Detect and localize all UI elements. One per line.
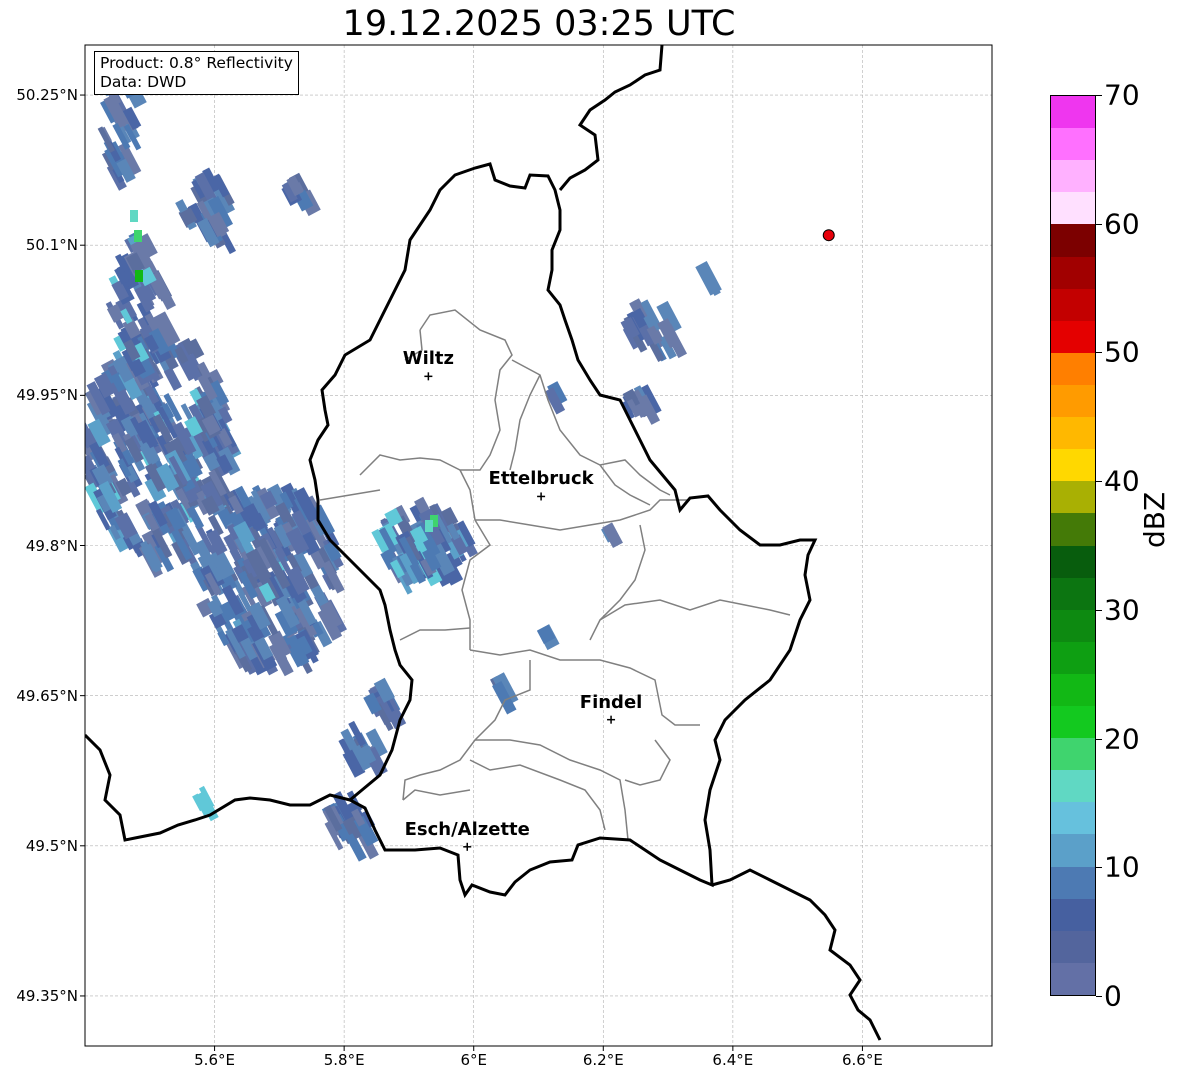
colorbar-segment [1051, 512, 1095, 546]
colorbar-tick-mark [1096, 352, 1102, 354]
colorbar-tick-mark [1096, 223, 1102, 225]
lon-tick-label: 6.6°E [842, 1051, 883, 1069]
city-label: Findel [579, 691, 643, 713]
lon-tick-label: 5.6°E [194, 1051, 235, 1069]
colorbar-segment [1051, 866, 1095, 899]
radar-echo-core [134, 230, 142, 242]
city-label: Wiltz [402, 348, 454, 370]
colorbar-segment [1051, 352, 1095, 385]
product-info-box: Product: 0.8° Reflectivity Data: DWD [94, 51, 299, 95]
colorbar-segment [1051, 320, 1095, 353]
lon-tick-label: 5.8°E [323, 1051, 365, 1069]
radar-echo-core [425, 520, 433, 532]
colorbar-segment [1051, 962, 1095, 995]
colorbar-segment [1051, 609, 1095, 642]
colorbar-segment [1051, 737, 1095, 771]
colorbar-tick-label: 0 [1104, 979, 1122, 1013]
colorbar-tick-label: 50 [1104, 335, 1140, 369]
colorbar-segment [1051, 159, 1095, 193]
colorbar-segment [1051, 801, 1095, 835]
radar-map [80, 44, 993, 1051]
radar-echo-core [130, 210, 138, 222]
colorbar-tick-mark [1096, 95, 1102, 96]
colorbar-tick-mark [1096, 996, 1102, 997]
colorbar-segment [1051, 288, 1095, 321]
colorbar-segment [1051, 898, 1095, 931]
lon-tick-label: 6.2°E [582, 1051, 624, 1069]
colorbar-segment [1051, 448, 1095, 482]
lon-tick-label: 6.4°E [712, 1051, 754, 1069]
product-label: Product: 0.8° Reflectivity [100, 54, 293, 72]
colorbar-segment [1051, 833, 1095, 867]
colorbar-tick-label: 10 [1104, 850, 1140, 884]
colorbar-tick-mark [1096, 738, 1102, 740]
lon-tick-label: 6°E [460, 1051, 487, 1069]
city-label: Ettelbruck [488, 468, 594, 490]
radar-site-marker [822, 229, 835, 242]
lat-tick-label: 49.35°N [16, 986, 78, 1005]
data-source-label: Data: DWD [100, 73, 187, 91]
colorbar-tick-mark [1096, 481, 1102, 483]
colorbar-tick-label: 60 [1104, 207, 1140, 241]
colorbar-tick-label: 30 [1104, 593, 1140, 627]
lat-tick-label: 49.5°N [25, 836, 78, 855]
colorbar-segment [1051, 577, 1095, 610]
colorbar-segment [1051, 769, 1095, 803]
city-label: Esch/Alzette [404, 818, 530, 840]
colorbar-segment [1051, 705, 1095, 739]
colorbar-tick-mark [1096, 867, 1102, 869]
colorbar-segment [1051, 545, 1095, 578]
radar-echo-core [135, 270, 143, 282]
colorbar-label: dBZ [1138, 491, 1171, 548]
colorbar-segment [1051, 256, 1095, 289]
colorbar-segment [1051, 95, 1095, 129]
colorbar [1050, 95, 1096, 996]
colorbar-segment [1051, 416, 1095, 450]
lat-tick-label: 49.95°N [16, 386, 78, 405]
colorbar-segment [1051, 930, 1095, 963]
colorbar-segment [1051, 384, 1095, 418]
colorbar-tick-label: 40 [1104, 464, 1140, 498]
colorbar-tick-label: 20 [1104, 722, 1140, 756]
colorbar-tick-label: 70 [1104, 78, 1140, 112]
lat-tick-label: 50.25°N [16, 86, 78, 105]
colorbar-segment [1051, 191, 1095, 225]
lat-tick-label: 49.8°N [25, 536, 78, 555]
colorbar-segment [1051, 127, 1095, 161]
lat-tick-label: 50.1°N [25, 236, 78, 255]
colorbar-segment [1051, 641, 1095, 674]
colorbar-tick-mark [1096, 609, 1102, 611]
colorbar-segment [1051, 673, 1095, 707]
colorbar-segment [1051, 223, 1095, 257]
lat-tick-label: 49.65°N [16, 686, 78, 705]
colorbar-segment [1051, 480, 1095, 514]
